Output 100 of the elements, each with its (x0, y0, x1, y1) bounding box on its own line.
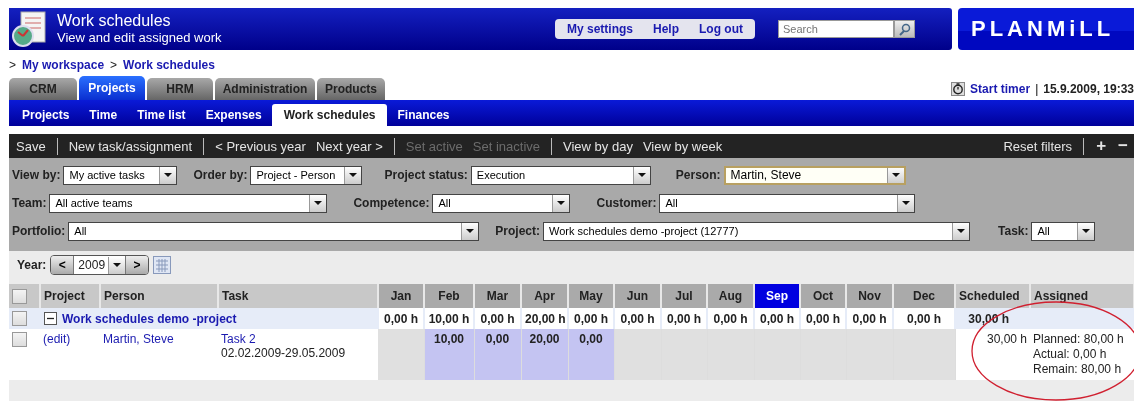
toolbar-button: Set inactive (467, 138, 546, 154)
toolbar-button[interactable]: View by week (637, 138, 728, 154)
dropdown-field[interactable]: All active teams (49, 193, 328, 213)
tab[interactable]: Projects (79, 76, 145, 100)
toolbar-button[interactable]: Save (11, 138, 51, 154)
filter-label: Team: (12, 196, 47, 210)
year-dropdown[interactable]: 2009 (73, 256, 127, 274)
header-link[interactable]: Log out (699, 22, 743, 36)
filter-label: Portfolio: (12, 224, 66, 238)
breadcrumb-link[interactable]: Work schedules (123, 58, 215, 72)
month-total: 0,00 h (893, 308, 955, 329)
subnav-tab[interactable]: Work schedules (271, 104, 388, 126)
toolbar-button[interactable]: + (1090, 136, 1113, 156)
assigned-hours: Planned: 80,00 h (1033, 332, 1125, 347)
column-header: Apr (521, 284, 568, 308)
column-header: Scheduled (955, 284, 1030, 308)
column-header: Nov (846, 284, 893, 308)
logo: PLANMiLL (958, 8, 1134, 50)
previous-year-button[interactable]: < (51, 256, 74, 274)
month-cell[interactable]: 10,00 (424, 329, 474, 380)
month-total: 0,00 h (800, 308, 846, 329)
column-header: Oct (800, 284, 846, 308)
scheduled-cell: 30,00 h (955, 329, 1030, 380)
month-cell[interactable]: 0,00 (568, 329, 614, 380)
page-title: Work schedules (57, 12, 172, 29)
month-total: 0,00 h (846, 308, 893, 329)
filter-label: Project: (495, 224, 540, 238)
tab[interactable]: CRM (9, 78, 77, 100)
month-total: 0,00 h (707, 308, 754, 329)
separator-text: | (1035, 82, 1039, 96)
column-header: Jan (378, 284, 424, 308)
month-total: 0,00 h (474, 308, 521, 329)
tab[interactable]: HRM (147, 78, 213, 100)
column-header: Mar (474, 284, 521, 308)
toolbar-button[interactable]: Reset filters (998, 138, 1078, 154)
month-total: 0,00 h (614, 308, 661, 329)
toolbar-button[interactable]: Next year > (310, 138, 388, 154)
dropdown-field[interactable]: Martin, Steve (723, 165, 906, 185)
column-header: May (568, 284, 614, 308)
filter-label: Competence: (353, 196, 430, 210)
column-header: Sep (754, 284, 800, 308)
column-header: Assigned (1030, 284, 1134, 308)
header-link[interactable]: My settings (567, 22, 633, 36)
dropdown-field[interactable]: Execution (470, 165, 651, 185)
dropdown-field[interactable]: All (1031, 221, 1096, 241)
column-header: Aug (707, 284, 754, 308)
date-time: 15.9.2009, 19:33 (1043, 82, 1134, 96)
filter-label: View by: (12, 168, 61, 182)
month-total: 0,00 h (568, 308, 614, 329)
month-total: 0,00 h (754, 308, 800, 329)
column-header: Jun (614, 284, 661, 308)
filter-label: Project status: (384, 168, 468, 182)
toolbar-button[interactable]: < Previous year (210, 138, 311, 154)
subnav-tab[interactable]: Expenses (195, 104, 272, 126)
filter-label: Person: (675, 168, 721, 182)
column-header: Dec (893, 284, 955, 308)
assigned-hours: Remain: 80,00 h (1033, 362, 1123, 377)
dropdown-field[interactable]: All (659, 193, 916, 213)
filter-label: Order by: (193, 168, 248, 182)
month-total: 20,00 h (521, 308, 568, 329)
search-field[interactable]: Search (778, 20, 894, 38)
breadcrumb-separator: > (110, 58, 118, 72)
breadcrumb-separator: > (9, 58, 16, 72)
dropdown-field[interactable]: All (68, 221, 480, 241)
month-cell[interactable]: 20,00 (521, 329, 568, 380)
assigned-hours: Actual: 0,00 h (1033, 347, 1108, 362)
dropdown-field[interactable]: Work schedules demo -project (12777) (543, 221, 970, 241)
tab[interactable]: Administration (215, 78, 315, 100)
breadcrumb-link[interactable]: My workspace (22, 58, 105, 72)
year-label: Year: (17, 258, 47, 272)
column-header: Feb (424, 284, 474, 308)
page-subtitle: View and edit assigned work (57, 29, 222, 46)
dropdown-field[interactable]: Project - Person (250, 165, 363, 185)
toolbar-button[interactable]: − (1112, 136, 1134, 156)
month-cell[interactable]: 0,00 (474, 329, 521, 380)
filter-label: Task: (998, 224, 1029, 238)
subnav-tab[interactable]: Time list (127, 104, 196, 126)
toolbar-button[interactable]: New task/assignment (63, 138, 198, 154)
column-header: Jul (661, 284, 707, 308)
dropdown-field[interactable]: My active tasks (63, 165, 178, 185)
person-link[interactable]: Martin, Steve (103, 332, 174, 346)
column-header: Project (40, 284, 100, 308)
tab[interactable]: Products (317, 78, 385, 100)
next-year-button[interactable]: > (126, 256, 149, 274)
column-header: Task (218, 284, 378, 308)
subnav-tab[interactable]: Time (79, 104, 128, 126)
edit-link[interactable]: (edit) (43, 332, 71, 346)
subnav-tab[interactable]: Projects (12, 104, 80, 126)
column-header: Person (100, 284, 218, 308)
dropdown-field[interactable]: All (432, 193, 571, 213)
filter-label: Customer: (596, 196, 657, 210)
month-total: 10,00 h (424, 308, 474, 329)
task-link[interactable]: Task 2 (221, 332, 256, 346)
subnav-tab[interactable]: Finances (387, 104, 460, 126)
task-dates: 02.02.2009-29.05.2009 (221, 346, 347, 360)
toolbar-button[interactable]: View by day (558, 138, 638, 154)
month-total: 0,00 h (378, 308, 424, 329)
header-link[interactable]: Help (653, 22, 679, 36)
month-total: 0,00 h (661, 308, 707, 329)
start-timer-link[interactable]: Start timer (970, 82, 1031, 96)
